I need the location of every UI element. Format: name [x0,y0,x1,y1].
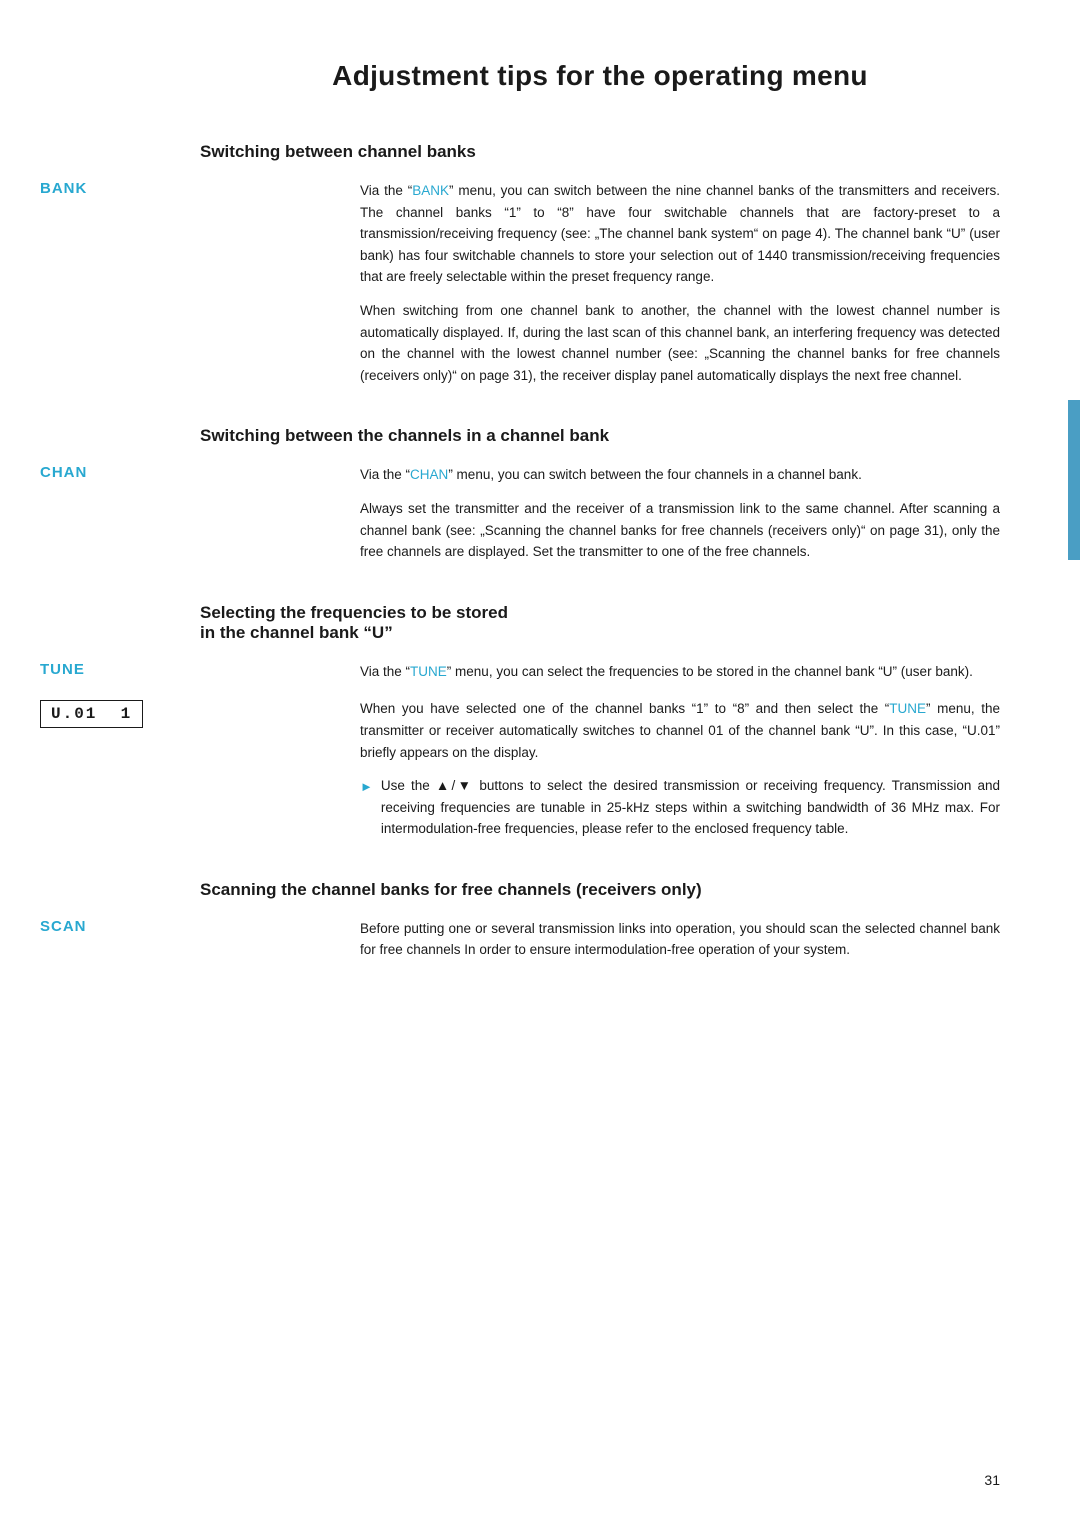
tune-highlight-1: TUNE [410,664,447,679]
tune-text-1: Via the “TUNE” menu, you can select the … [360,661,1000,683]
chan-text: Via the “CHAN” menu, you can switch betw… [360,464,1000,562]
tune-para-2: When you have selected one of the channe… [360,698,1000,763]
tune-bullet-text: Use the ▲/▼ buttons to select the desire… [381,775,1000,840]
tune-display: U.01 1 [40,700,143,728]
tune-display-box-col: U.01 1 [40,698,200,728]
chan-label: CHAN [40,464,200,481]
chan-highlight-1: CHAN [410,467,448,482]
chan-section: Switching between the channels in a chan… [200,426,1000,562]
page-title: Adjustment tips for the operating menu [200,60,1000,92]
bank-para-2: When switching from one channel bank to … [360,300,1000,386]
scan-section-heading: Scanning the channel banks for free chan… [200,880,1000,900]
bank-section-heading: Switching between channel banks [200,142,1000,162]
chan-para-1: Via the “CHAN” menu, you can switch betw… [360,464,1000,486]
tune-display-row: U.01 1 When you have selected one of the… [200,698,1000,840]
tune-content-row-1: TUNE Via the “TUNE” menu, you can select… [200,661,1000,683]
tune-text-2: When you have selected one of the channe… [360,698,1000,840]
tune-highlight-2: TUNE [889,701,926,716]
chan-section-heading: Switching between the channels in a chan… [200,426,1000,446]
scan-para-1: Before putting one or several transmissi… [360,918,1000,961]
tune-section: Selecting the frequencies to be stored i… [200,603,1000,840]
bank-text: Via the “BANK” menu, you can switch betw… [360,180,1000,386]
tune-section-heading: Selecting the frequencies to be stored i… [200,603,1000,643]
scan-text: Before putting one or several transmissi… [360,918,1000,961]
side-accent-bar [1068,400,1080,560]
bank-content-row: BANK Via the “BANK” menu, you can switch… [200,180,1000,386]
page-container: Adjustment tips for the operating menu S… [0,0,1080,1528]
scan-section: Scanning the channel banks for free chan… [200,880,1000,961]
bank-label: BANK [40,180,200,197]
bank-highlight-1: BANK [412,183,449,198]
scan-label: SCAN [40,918,200,935]
scan-content-row: SCAN Before putting one or several trans… [200,918,1000,961]
tune-para-1: Via the “TUNE” menu, you can select the … [360,661,1000,683]
bank-para-1: Via the “BANK” menu, you can switch betw… [360,180,1000,288]
chan-para-2: Always set the transmitter and the recei… [360,498,1000,563]
tune-label: TUNE [40,661,200,678]
tune-bullet: ► Use the ▲/▼ buttons to select the desi… [360,775,1000,840]
chan-content-row: CHAN Via the “CHAN” menu, you can switch… [200,464,1000,562]
bullet-triangle-icon: ► [360,777,373,798]
page-number: 31 [984,1472,1000,1488]
bank-section: Switching between channel banks BANK Via… [200,142,1000,386]
